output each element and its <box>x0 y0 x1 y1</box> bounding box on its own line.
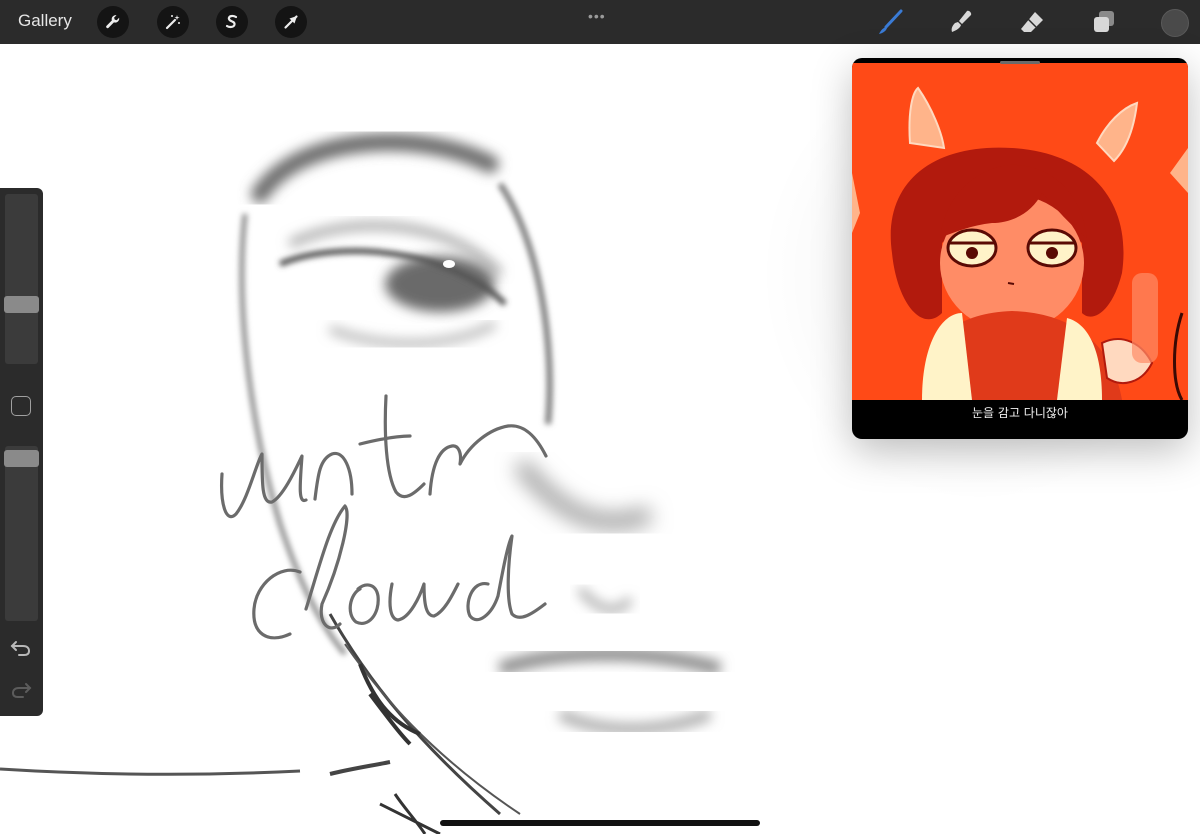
transform-arrow-icon <box>284 15 298 29</box>
neck-line-2 <box>344 643 521 815</box>
shoulder-line-left <box>0 767 301 776</box>
brush-opacity-thumb[interactable] <box>4 450 39 467</box>
modify-button[interactable] <box>11 396 31 416</box>
more-options-icon[interactable]: ••• <box>588 8 606 24</box>
picture-in-picture-video[interactable]: 눈을 감고 다니잖아 <box>852 58 1188 439</box>
nostril <box>576 586 634 614</box>
brush-icon <box>879 9 903 34</box>
undo-icon[interactable] <box>10 638 32 658</box>
brush-size-slider[interactable] <box>5 194 38 364</box>
video-subtitle: 눈을 감고 다니잖아 <box>972 406 1068 420</box>
actions-button[interactable] <box>97 6 129 38</box>
selection-button[interactable] <box>216 6 248 38</box>
brush-opacity-slider[interactable] <box>5 446 38 621</box>
wrench-icon <box>106 15 120 29</box>
shoulder-line-mid <box>329 760 391 776</box>
selection-s-icon <box>225 14 238 29</box>
redo-icon[interactable] <box>10 680 32 700</box>
nose-shadow <box>513 459 653 530</box>
adjustments-button[interactable] <box>157 6 189 38</box>
handwriting-cloud <box>252 504 547 640</box>
transform-button[interactable] <box>275 6 307 38</box>
color-swatch[interactable] <box>1161 9 1189 37</box>
gallery-button[interactable]: Gallery <box>18 11 72 31</box>
magic-wand-icon <box>165 15 180 30</box>
layers-icon <box>1094 11 1114 32</box>
lips-lower <box>557 708 713 735</box>
smudge-icon <box>951 10 972 32</box>
smudge-tool[interactable] <box>947 8 975 36</box>
neck-line-1 <box>328 613 501 816</box>
pip-drag-handle[interactable] <box>1000 61 1040 64</box>
brush-size-thumb[interactable] <box>4 296 39 313</box>
layers-tool[interactable] <box>1090 8 1118 36</box>
brush-tool[interactable] <box>876 8 904 36</box>
video-frame <box>852 63 1188 400</box>
top-toolbar: Gallery ••• <box>0 0 1200 44</box>
lower-scribble <box>379 793 441 836</box>
eraser-tool[interactable] <box>1018 8 1046 36</box>
eraser-icon <box>1021 12 1043 32</box>
brush-sidebar <box>0 188 43 716</box>
lips-upper <box>497 647 722 676</box>
eye-highlight <box>443 260 455 268</box>
home-indicator[interactable] <box>440 820 760 826</box>
eyebrow-stroke <box>251 133 499 203</box>
eye-lower-lid <box>328 320 497 347</box>
face-outline-right <box>497 182 553 425</box>
